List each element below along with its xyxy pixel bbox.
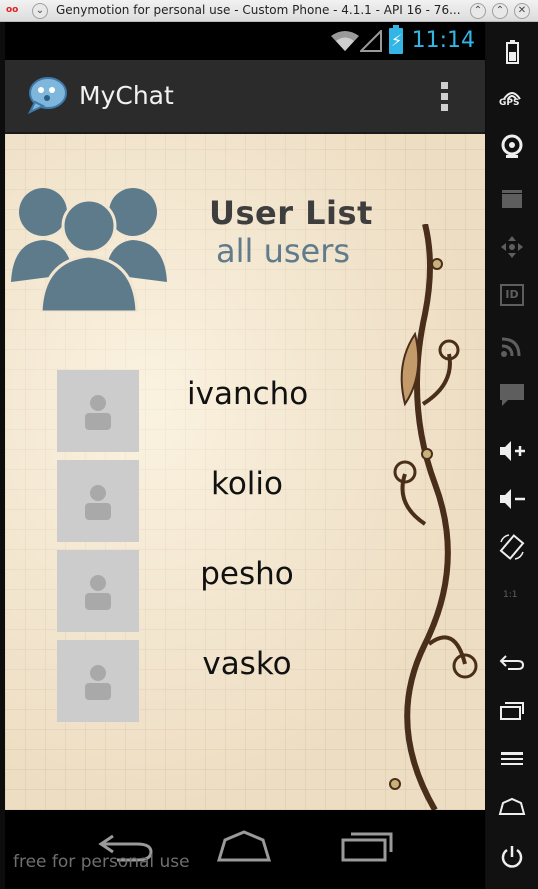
list-item[interactable]: vasko [57, 640, 437, 722]
power-icon[interactable] [498, 844, 526, 870]
user-name: ivancho [187, 376, 309, 412]
status-bar: ⚡ 11:14 [5, 22, 485, 60]
page-subtitle: all users [216, 232, 351, 270]
user-name: pesho [200, 556, 294, 592]
pixel-perfect-icon[interactable]: 1:1 [498, 584, 526, 610]
close-icon[interactable]: ✕ [514, 3, 530, 19]
pixel-perfect-label: 1:1 [503, 590, 518, 600]
window-menu-button[interactable]: ⌄ [32, 3, 48, 19]
navigation-bar: free for personal use [5, 810, 485, 889]
default-avatar-icon [85, 395, 111, 430]
list-item[interactable]: ivancho [57, 370, 437, 452]
avatar [57, 550, 139, 632]
overflow-menu-icon[interactable] [441, 82, 449, 112]
page-title: User List [209, 194, 373, 232]
device-id-label: ID [500, 284, 524, 306]
action-bar: MyChat [5, 60, 485, 135]
window-title: Genymotion for personal use - Custom Pho… [56, 3, 461, 17]
genymotion-app-icon: oo [6, 5, 19, 15]
list-item[interactable]: kolio [57, 460, 437, 542]
status-time: 11:14 [411, 28, 475, 53]
wifi-icon [331, 31, 359, 51]
minimize-icon[interactable]: ⌃ [470, 3, 486, 19]
home-icon[interactable] [215, 830, 273, 862]
volume-down-icon[interactable] [498, 486, 526, 512]
battery-icon[interactable] [498, 40, 526, 66]
avatar [57, 370, 139, 452]
volume-up-icon[interactable] [498, 438, 526, 464]
device-id-icon[interactable]: ID [498, 284, 526, 310]
back-icon[interactable] [498, 650, 526, 676]
default-avatar-icon [85, 575, 111, 610]
recent-apps-icon[interactable] [339, 826, 395, 862]
user-list-screen: User List all users ivancho kolio pesho … [5, 134, 485, 810]
recent-apps-icon[interactable] [498, 698, 526, 724]
default-avatar-icon [85, 665, 111, 700]
dpad-icon[interactable] [498, 234, 526, 260]
webcam-icon[interactable] [498, 134, 526, 160]
default-avatar-icon [85, 485, 111, 520]
user-name: kolio [210, 466, 283, 502]
maximize-icon[interactable]: ⌃ [492, 3, 508, 19]
gps-label: GPS [499, 98, 520, 108]
gps-icon[interactable]: GPS [498, 86, 526, 112]
signal-icon [360, 30, 382, 52]
home-icon[interactable] [498, 794, 526, 820]
watermark-text: free for personal use [13, 852, 190, 872]
user-name: vasko [202, 646, 292, 682]
video-capture-icon[interactable] [498, 186, 526, 212]
cast-icon[interactable] [498, 334, 526, 360]
menu-icon[interactable] [498, 746, 526, 772]
list-item[interactable]: pesho [57, 550, 437, 632]
chat-bubble-logo-icon[interactable] [27, 76, 67, 114]
battery-charging-icon: ⚡ [389, 25, 403, 54]
avatar [57, 460, 139, 542]
window-title-bar: oo ⌄ Genymotion for personal use - Custo… [0, 0, 538, 22]
users-group-icon [11, 188, 167, 312]
avatar [57, 640, 139, 722]
phone-screen: ⚡ 11:14 MyChat User List all users ivanc… [5, 22, 485, 889]
emulator-toolbar: GPS ID 1:1 [486, 22, 538, 889]
sms-icon[interactable] [498, 382, 526, 408]
app-title: MyChat [79, 81, 174, 110]
rotate-icon[interactable] [498, 534, 526, 560]
